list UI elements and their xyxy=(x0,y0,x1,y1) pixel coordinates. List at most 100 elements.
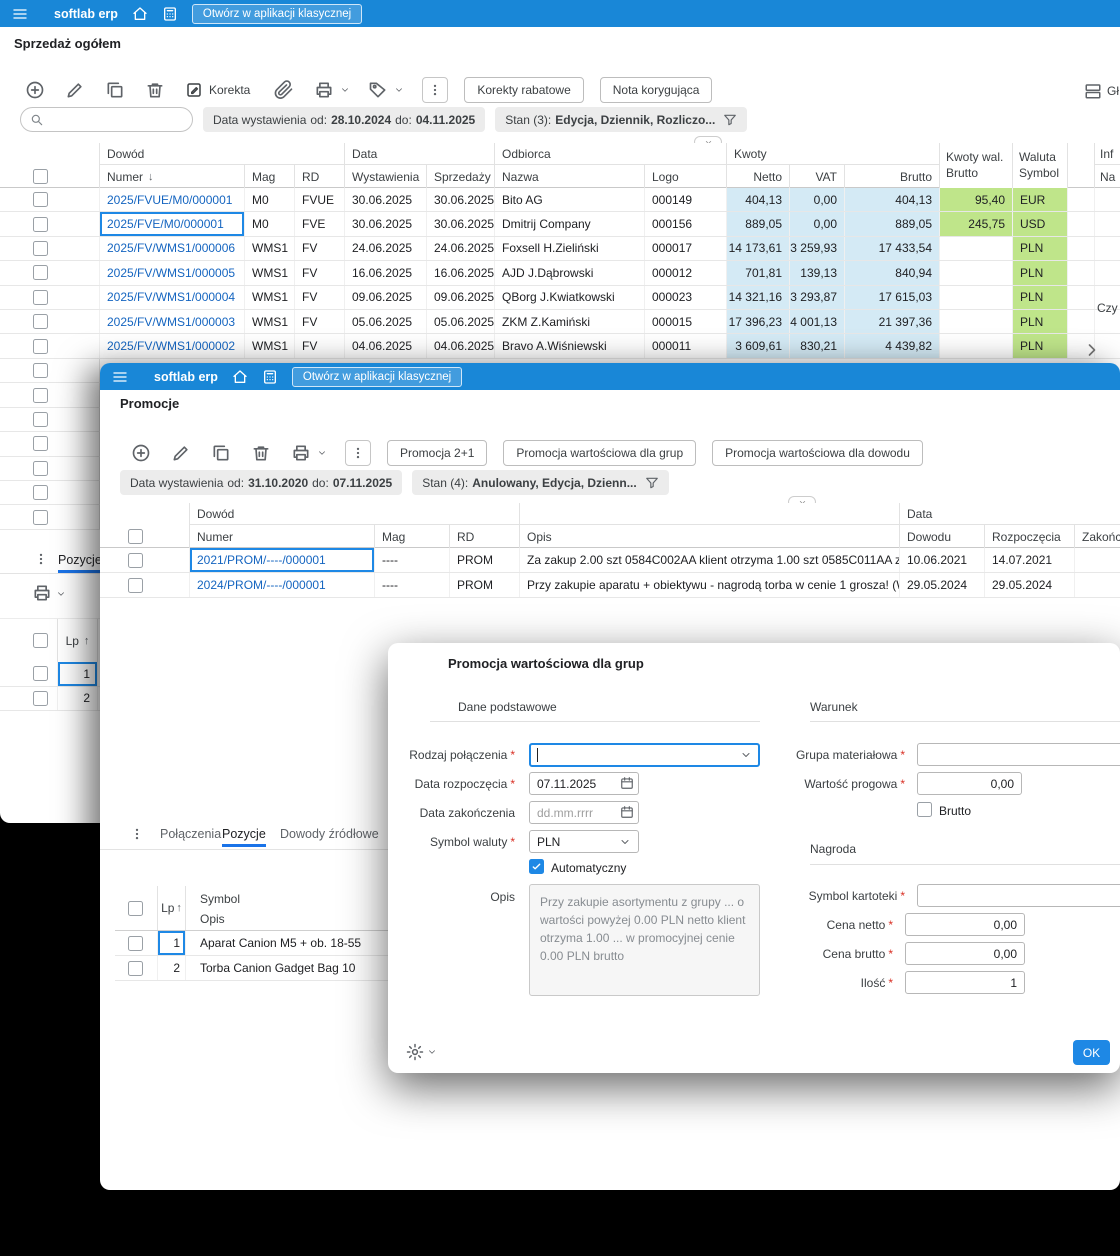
cell-lp[interactable]: 2 xyxy=(58,686,98,711)
correction-note-button[interactable]: Nota korygująca xyxy=(599,77,713,103)
chevron-down-icon[interactable] xyxy=(740,749,752,761)
doc-number-link[interactable]: 2025/FV/WMS1/000003 xyxy=(107,315,235,329)
promo-group-value-button[interactable]: Promocja wartościowa dla grup xyxy=(503,440,697,466)
row-checkbox[interactable] xyxy=(33,509,48,525)
row-checkbox[interactable] xyxy=(128,935,143,951)
cell-numer[interactable]: 2025/FV/WMS1/000005 xyxy=(100,261,245,285)
print-chevron-icon[interactable] xyxy=(340,85,350,95)
scroll-right-button[interactable] xyxy=(1082,340,1102,363)
opis-box[interactable]: Przy zakupie asortymentu z grupy ... o w… xyxy=(529,884,760,996)
status-filter-chip[interactable]: Stan (4): Anulowany, Edycja, Dzienn... xyxy=(412,470,669,495)
status-filter-chip[interactable]: Stan (3): Edycja, Dziennik, Rozliczo... xyxy=(495,107,748,132)
doc-number-link[interactable]: 2025/FVE/M0/000001 xyxy=(107,217,224,231)
kebab-icon[interactable] xyxy=(34,552,48,566)
more-actions-button[interactable] xyxy=(422,77,449,103)
rebate-corrections-button[interactable]: Korekty rabatowe xyxy=(464,77,584,103)
tags-icon[interactable] xyxy=(368,80,388,100)
column-header-rozpoczecia[interactable]: Rozpoczęcia xyxy=(985,525,1075,548)
edit-icon[interactable] xyxy=(171,443,191,463)
calendar-icon[interactable] xyxy=(620,805,634,819)
column-header-opis[interactable]: Opis xyxy=(520,525,900,548)
korekta-button[interactable]: Korekta xyxy=(185,81,250,99)
cena-brutto-input[interactable] xyxy=(905,942,1025,965)
column-header-dowodu[interactable]: Dowodu xyxy=(900,525,985,548)
doc-number-link[interactable]: 2025/FVUE/M0/000001 xyxy=(107,193,232,207)
open-classic-button[interactable]: Otwórz w aplikacji klasycznej xyxy=(191,3,363,24)
search-box[interactable] xyxy=(20,107,193,132)
select-all-checkbox[interactable] xyxy=(128,900,143,916)
grupa-materialowa-input[interactable] xyxy=(917,743,1120,766)
cell-numer[interactable]: 2025/FV/WMS1/000003 xyxy=(100,309,245,334)
home-icon[interactable] xyxy=(232,369,248,385)
brutto-checkbox[interactable] xyxy=(917,802,932,817)
column-header-rd[interactable]: RD xyxy=(450,525,520,548)
table-row[interactable]: 2025/FV/WMS1/000002 WMS1 FV 04.06.2025 0… xyxy=(0,334,1120,359)
row-checkbox[interactable] xyxy=(33,485,48,501)
apps-icon[interactable] xyxy=(262,369,278,385)
column-header-vat[interactable]: VAT xyxy=(790,165,845,188)
row-checkbox[interactable] xyxy=(33,690,48,706)
promo-doc-value-button[interactable]: Promocja wartościowa dla dowodu xyxy=(712,440,923,466)
doc-number-link[interactable]: 2024/PROM/----/000001 xyxy=(197,578,326,592)
print-icon[interactable] xyxy=(314,80,334,100)
attachment-icon[interactable] xyxy=(274,80,294,100)
cell-lp-selected[interactable]: 1 xyxy=(58,662,98,686)
cena-netto-input[interactable] xyxy=(905,913,1025,936)
apps-icon[interactable] xyxy=(162,6,178,22)
home-icon[interactable] xyxy=(132,6,148,22)
delete-icon[interactable] xyxy=(145,80,165,100)
more-actions-button[interactable] xyxy=(345,440,371,466)
edit-icon[interactable] xyxy=(65,80,85,100)
kebab-icon[interactable] xyxy=(130,827,144,841)
row-checkbox[interactable] xyxy=(33,338,48,354)
cell-numer-selected[interactable]: 2025/FVE/M0/000001 xyxy=(100,212,245,236)
cell-numer[interactable]: 2024/PROM/----/000001 xyxy=(190,573,375,597)
doc-number-link[interactable]: 2021/PROM/----/000001 xyxy=(197,553,326,567)
date-filter-chip[interactable]: Data wystawienia od: 28.10.2024 do: 04.1… xyxy=(203,107,486,132)
tab-pozycje[interactable]: Pozycje xyxy=(58,547,102,573)
table-row[interactable]: 2025/FV/WMS1/000003 WMS1 FV 05.06.2025 0… xyxy=(0,309,1120,335)
table-row[interactable]: 2024/PROM/----/000001 ---- PROM Przy zak… xyxy=(100,573,1120,598)
column-header-zakonczenia[interactable]: Zakończenia xyxy=(1075,525,1120,548)
column-header-netto[interactable]: Netto xyxy=(727,165,790,188)
doc-number-link[interactable]: 2025/FV/WMS1/000006 xyxy=(107,241,235,255)
add-icon[interactable] xyxy=(25,80,45,100)
column-header-numer[interactable]: Numer xyxy=(190,525,375,548)
column-header-lp[interactable]: Lp ↑ xyxy=(58,619,98,662)
menu-icon[interactable] xyxy=(12,6,28,22)
cell-numer-selected[interactable]: 2021/PROM/----/000001 xyxy=(190,548,375,572)
row-checkbox[interactable] xyxy=(33,411,48,427)
column-header-wystawienia[interactable]: Wystawienia xyxy=(345,165,427,188)
add-icon[interactable] xyxy=(131,443,151,463)
column-header-nazwa[interactable]: Nazwa xyxy=(495,165,645,188)
main-panel-button[interactable]: Gł xyxy=(1084,82,1119,100)
row-checkbox[interactable] xyxy=(33,387,48,403)
select-all-checkbox[interactable] xyxy=(128,529,143,544)
calendar-icon[interactable] xyxy=(620,776,634,790)
dialog-settings-button[interactable] xyxy=(406,1043,437,1061)
print-icon[interactable] xyxy=(291,443,311,463)
promo-2plus1-button[interactable]: Promocja 2+1 xyxy=(387,440,488,466)
row-checkbox[interactable] xyxy=(128,552,143,568)
row-checkbox[interactable] xyxy=(33,314,48,330)
ok-button[interactable]: OK xyxy=(1073,1040,1110,1065)
cell-numer[interactable]: 2025/FV/WMS1/000006 xyxy=(100,236,245,261)
doc-number-link[interactable]: 2025/FV/WMS1/000002 xyxy=(107,339,235,353)
row-checkbox[interactable] xyxy=(33,289,48,305)
print-icon[interactable] xyxy=(32,583,52,603)
ilosc-input[interactable] xyxy=(905,971,1025,994)
delete-icon[interactable] xyxy=(251,443,271,463)
menu-icon[interactable] xyxy=(112,369,128,385)
column-header-rd[interactable]: RD xyxy=(295,165,345,188)
table-row[interactable]: 2025/FV/WMS1/000004 WMS1 FV 09.06.2025 0… xyxy=(0,285,1120,310)
search-input[interactable] xyxy=(50,112,183,127)
cell-lp[interactable]: 2 xyxy=(158,956,186,980)
table-row[interactable]: 2025/FVE/M0/000001 M0 FVE 30.06.2025 30.… xyxy=(0,212,1120,237)
row-checkbox[interactable] xyxy=(128,960,143,976)
table-row[interactable]: 2025/FV/WMS1/000006 WMS1 FV 24.06.2025 2… xyxy=(0,236,1120,262)
print-chevron-icon[interactable] xyxy=(317,448,327,458)
tags-chevron-icon[interactable] xyxy=(394,85,404,95)
row-checkbox[interactable] xyxy=(33,363,48,379)
duplicate-icon[interactable] xyxy=(105,80,125,100)
cell-lp-selected[interactable]: 1 xyxy=(158,931,186,955)
